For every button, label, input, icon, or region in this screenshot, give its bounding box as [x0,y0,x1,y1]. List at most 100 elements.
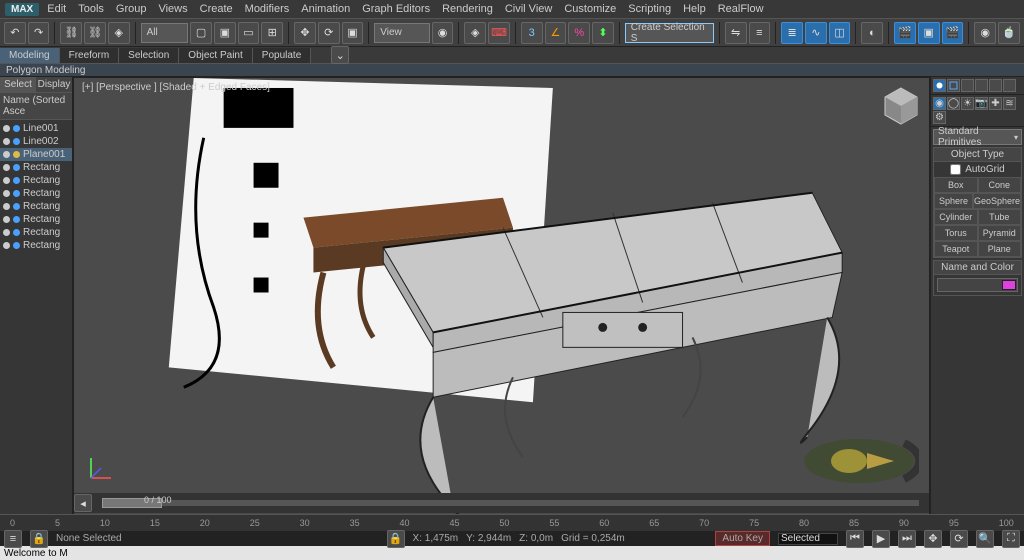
menu-group[interactable]: Group [116,3,147,15]
ribbon-tab-populate[interactable]: Populate [253,48,311,63]
teapot-button[interactable]: Teapot [934,241,978,257]
scene-explorer-select-tab[interactable]: Select [0,77,36,92]
scene-item[interactable]: Line001 [0,122,72,135]
ribbon-tab-objectpaint[interactable]: Object Paint [179,48,252,63]
scene-item[interactable]: Rectang [0,174,72,187]
create-subcategory-dropdown[interactable]: Standard Primitives [933,129,1022,145]
menu-customize[interactable]: Customize [564,3,616,15]
play-prev-button[interactable]: ⏮ [846,530,864,548]
play-button[interactable]: ▶ [872,530,890,548]
scene-item[interactable]: Line002 [0,135,72,148]
link-button[interactable]: ⛓ [60,22,82,44]
menu-realflow[interactable]: RealFlow [718,3,764,15]
scene-item[interactable]: Rectang [0,226,72,239]
scene-item[interactable]: Rectang [0,200,72,213]
ribbon-tab-selection[interactable]: Selection [119,48,179,63]
rendered-frame-button[interactable]: ▣ [918,22,940,44]
sphere-button[interactable]: Sphere [934,193,973,209]
scene-item[interactable]: Rectang [0,187,72,200]
cone-button[interactable]: Cone [978,177,1022,193]
menu-edit[interactable]: Edit [47,3,66,15]
keyboard-shortcut-button[interactable]: ⌨ [488,22,510,44]
autogrid-checkbox[interactable] [950,164,961,175]
object-type-header[interactable]: Object Type [934,148,1021,162]
geosphere-button[interactable]: GeoSphere [973,193,1021,209]
torus-button[interactable]: Torus [934,225,978,241]
undo-button[interactable]: ↶ [4,22,26,44]
viewcube[interactable] [881,86,921,126]
nav-pan-button[interactable]: ✥ [924,530,942,548]
menu-rendering[interactable]: Rendering [442,3,493,15]
ref-coord-system[interactable]: View [374,23,429,43]
menu-animation[interactable]: Animation [301,3,350,15]
pivot-button[interactable]: ◉ [432,22,454,44]
menu-help[interactable]: Help [683,3,706,15]
utilities-tab[interactable] [1003,79,1016,92]
play-next-button[interactable]: ⏭ [898,530,916,548]
name-field[interactable] [937,278,1018,292]
menu-civilview[interactable]: Civil View [505,3,552,15]
menu-create[interactable]: Create [200,3,233,15]
rotate-button[interactable]: ⟳ [318,22,340,44]
plane-button[interactable]: Plane [978,241,1022,257]
select-manipulate-button[interactable]: ◈ [464,22,486,44]
pyramid-button[interactable]: Pyramid [978,225,1022,241]
mirror-button[interactable]: ⇋ [725,22,747,44]
nav-maximize-button[interactable]: ⛶ [1002,530,1020,548]
scene-item[interactable]: Plane001 [0,148,72,161]
unlink-button[interactable]: ⛓ [84,22,106,44]
irender-button[interactable]: ◉ [974,22,996,44]
geometry-cat[interactable]: ◉ [933,97,946,110]
select-rect-button[interactable]: ▭ [238,22,260,44]
shapes-cat[interactable]: ◯ [947,97,960,110]
render-setup-button[interactable]: 🎬 [894,22,916,44]
lock-button[interactable]: 🔒 [30,530,48,548]
material-editor-button[interactable]: ◐ [861,22,883,44]
schematic-button[interactable]: ◫ [829,22,851,44]
time-slider[interactable]: ◂ 0 / 100 [74,493,929,513]
hierarchy-tab[interactable] [961,79,974,92]
spacewarps-cat[interactable]: ≋ [1003,97,1016,110]
bind-button[interactable]: ◈ [108,22,130,44]
display-tab[interactable] [989,79,1002,92]
nav-zoom-button[interactable]: 🔍 [976,530,994,548]
spinner-snap-button[interactable]: ⬍ [592,22,614,44]
snap-toggle-3-button[interactable]: 3 [521,22,543,44]
render-production-button[interactable]: 🎬 [942,22,964,44]
selection-filter[interactable]: All [141,23,189,43]
tube-button[interactable]: Tube [978,209,1022,225]
menu-grapheditors[interactable]: Graph Editors [362,3,430,15]
name-color-header[interactable]: Name and Color [934,261,1021,275]
cameras-cat[interactable]: 📷 [975,97,988,110]
quick-render-button[interactable]: 🍵 [998,22,1020,44]
helpers-cat[interactable]: ✚ [989,97,1002,110]
angle-snap-button[interactable]: ∠ [545,22,567,44]
lock-selection-button[interactable]: 🔒 [387,530,405,548]
move-button[interactable]: ✥ [294,22,316,44]
scene-item[interactable]: Rectang [0,161,72,174]
menu-tools[interactable]: Tools [78,3,104,15]
nav-orbit-button[interactable]: ⟳ [950,530,968,548]
box-button[interactable]: Box [934,177,978,193]
keymode-dropdown[interactable] [778,533,838,545]
menu-views[interactable]: Views [158,3,187,15]
systems-cat[interactable]: ⚙ [933,111,946,124]
viewport-label[interactable]: [+] [Perspective ] [Shaded + Edged Faces… [82,82,270,93]
motion-tab[interactable] [975,79,988,92]
window-crossing-button[interactable]: ⊞ [261,22,283,44]
align-button[interactable]: ≡ [749,22,771,44]
scale-button[interactable]: ▣ [342,22,364,44]
scene-item[interactable]: Rectang [0,213,72,226]
cylinder-button[interactable]: Cylinder [934,209,978,225]
ribbon-tab-modeling[interactable]: Modeling [0,48,60,63]
select-name-button[interactable]: ▣ [214,22,236,44]
color-swatch[interactable] [1002,280,1016,290]
redo-button[interactable]: ↷ [28,22,50,44]
ribbon-toggle-icon[interactable]: ⌄ [331,46,349,64]
scene-item[interactable]: Rectang [0,239,72,252]
menu-modifiers[interactable]: Modifiers [245,3,290,15]
curve-editor-button[interactable]: ∿ [805,22,827,44]
viewport[interactable]: [+] [Perspective ] [Shaded + Edged Faces… [73,77,930,514]
autokey-button[interactable]: Auto Key [715,531,770,546]
scene-explorer-header[interactable]: Name (Sorted Asce [0,93,72,120]
